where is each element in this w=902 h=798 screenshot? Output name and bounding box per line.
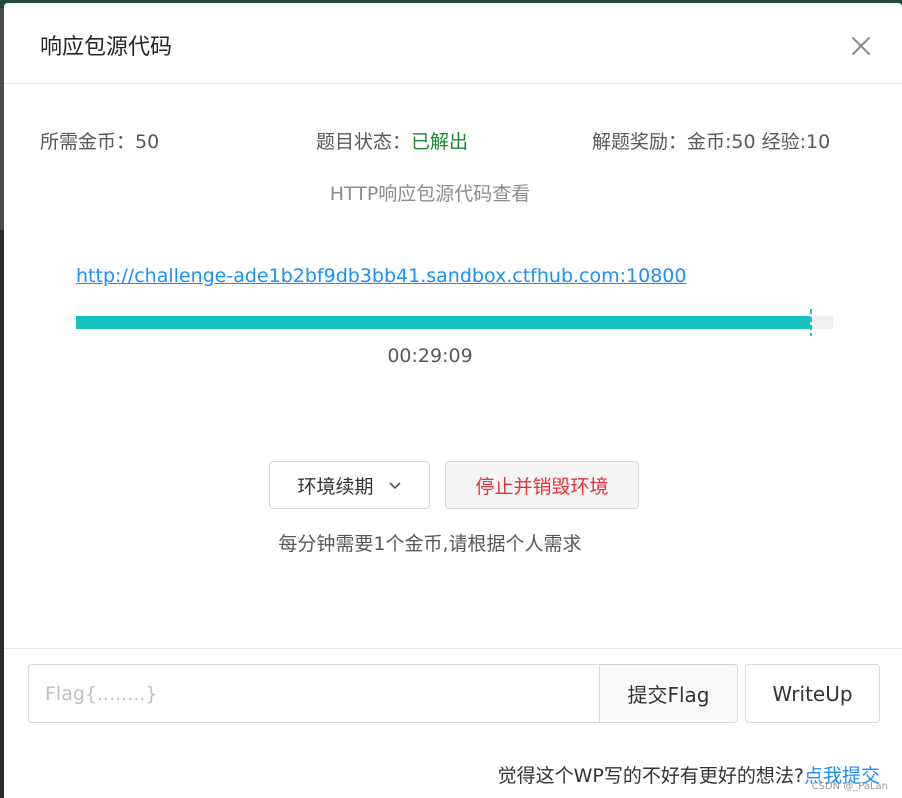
writeup-button[interactable]: WriteUp [745, 664, 880, 723]
chevron-down-icon [388, 474, 402, 496]
modal-header: 响应包源代码 [4, 3, 902, 84]
solve-reward-label: 解题奖励： [592, 131, 688, 153]
progress-marker [810, 309, 812, 336]
solve-reward: 解题奖励：金币:50 经验:10 [592, 127, 830, 154]
flag-input[interactable] [28, 664, 600, 723]
progress-fill [76, 316, 811, 329]
submit-flag-button[interactable]: 提交Flag [599, 664, 738, 723]
required-coins-value: 50 [135, 131, 160, 153]
challenge-status-label: 题目状态： [316, 131, 412, 153]
stop-destroy-environment-button[interactable]: 停止并销毁环境 [445, 461, 639, 509]
required-coins: 所需金币：50 [40, 127, 159, 154]
countdown-timer: 00:29:09 [387, 345, 473, 367]
required-coins-label: 所需金币： [40, 131, 136, 153]
challenge-subtitle: HTTP响应包源代码查看 [329, 183, 531, 205]
modal-title: 响应包源代码 [40, 35, 173, 60]
environment-url-link[interactable]: http://challenge-ade1b2bf9db3bb41.sandbo… [76, 265, 686, 287]
time-remaining-progress [76, 316, 833, 329]
renew-environment-button[interactable]: 环境续期 [269, 461, 430, 509]
divider [4, 648, 902, 649]
solve-reward-value: 金币:50 经验:10 [687, 131, 831, 153]
feedback-question: 觉得这个WP写的不好有更好的想法? [497, 765, 804, 787]
challenge-modal: 响应包源代码 所需金币：50 题目状态：已解出 解题奖励：金币:50 经验:10… [4, 3, 902, 798]
coin-cost-note: 每分钟需要1个金币,请根据个人需求 [278, 533, 582, 555]
close-icon [852, 37, 870, 55]
renew-environment-label: 环境续期 [297, 475, 374, 498]
status-badge: 已解出 [411, 131, 469, 153]
challenge-status: 题目状态：已解出 [316, 127, 468, 154]
watermark: CSDN @_PaLan [811, 781, 888, 792]
close-button[interactable] [846, 31, 876, 61]
